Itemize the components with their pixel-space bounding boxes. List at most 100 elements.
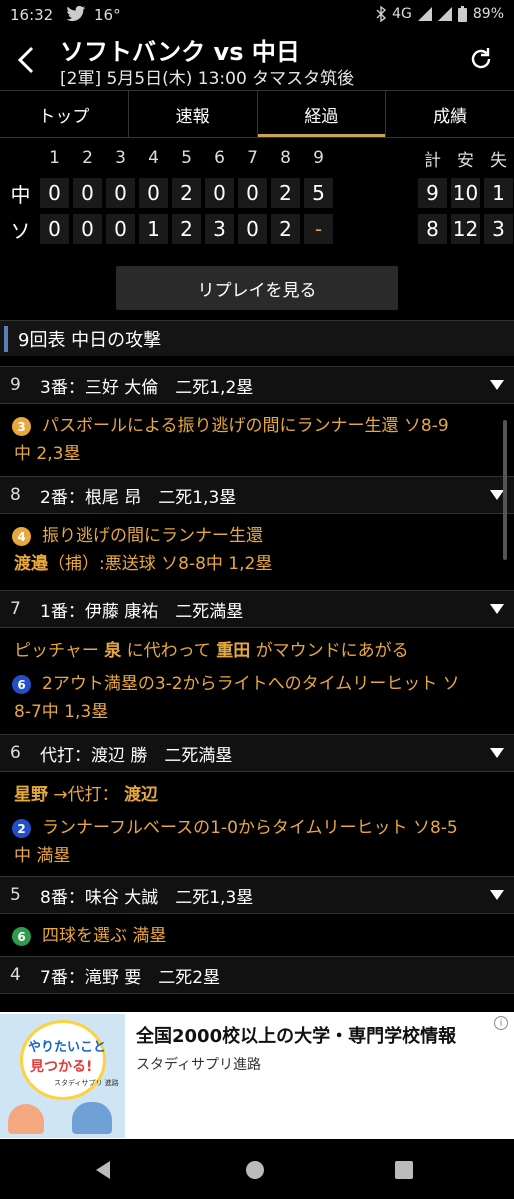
player-name: 泉 <box>104 641 122 661</box>
section-title: 9回表 中日の攻撃 <box>18 329 162 351</box>
tab-top[interactable]: トップ <box>0 91 129 137</box>
batter-info: 3番：三好 大倫 二死1,2塁 <box>40 377 254 398</box>
inning-score: 0 <box>205 178 234 208</box>
batter-info: 1番：伊藤 康祐 二死満塁 <box>40 601 244 622</box>
nav-home-icon[interactable] <box>244 1159 266 1181</box>
play-number: 4 <box>10 965 21 985</box>
inning-header: 3 <box>115 148 126 168</box>
ad-info-icon[interactable]: i <box>494 1016 508 1030</box>
total-score: 10 <box>451 178 480 208</box>
play-event: 2 ランナーフルベースの1-0からタイムリーヒット ソ8-5 中 満塁 <box>0 814 514 870</box>
out-count-badge: 4 <box>12 527 31 546</box>
ad-image: やりたいこと 見つかる! スタディサプリ 進路 <box>0 1014 125 1138</box>
event-text: 振り逃げの間にランナー生還 <box>42 526 263 546</box>
tab-stats-label: 成績 <box>433 106 468 127</box>
inning-score: 2 <box>172 214 201 244</box>
back-arrow-icon[interactable] <box>10 42 42 78</box>
expand-arrow-icon[interactable] <box>480 876 514 914</box>
status-bar: 16:32 16° 4G 89% <box>0 0 514 32</box>
inning-score: 0 <box>139 178 168 208</box>
at-bat-row[interactable]: 5 8番：味谷 大誠 二死1,3塁 <box>0 876 514 914</box>
inning-score: 1 <box>139 214 168 244</box>
ad-headline: 全国2000校以上の大学・専門学校情報 <box>136 1026 457 1047</box>
inning-score: 0 <box>40 178 69 208</box>
at-bat-row[interactable]: 8 2番：根尾 昂 二死1,3塁 <box>0 476 514 514</box>
batter-info: 8番：味谷 大誠 二死1,3塁 <box>40 887 254 908</box>
tab-live-label: 速報 <box>175 106 210 127</box>
change-text: →代打： <box>53 785 119 805</box>
at-bat-row[interactable]: 6 代打：渡辺 勝 二死満塁 <box>0 734 514 772</box>
totals-header: 計 <box>424 150 441 171</box>
inning-header: 1 <box>49 148 60 168</box>
inning-score: 0 <box>106 214 135 244</box>
inning-section-header: 9回表 中日の攻撃 <box>0 320 514 356</box>
inning-score: 2 <box>271 214 300 244</box>
out-count-badge: 2 <box>12 819 31 838</box>
game-info: [2軍] 5月5日(木) 13:00 タマスタ筑後 <box>60 69 355 89</box>
system-nav-bar <box>0 1139 514 1199</box>
nav-recents-icon[interactable] <box>393 1159 415 1181</box>
status-time: 16:32 <box>10 6 54 24</box>
at-bat-row[interactable]: 9 3番：三好 大倫 二死1,2塁 <box>0 366 514 404</box>
at-bat-row[interactable]: 7 1番：伊藤 康祐 二死満塁 <box>0 590 514 628</box>
refresh-icon[interactable] <box>468 46 494 72</box>
event-detail: （捕）:悪送球 ソ8-8中 1,2塁 <box>48 554 273 574</box>
play-feed: 9 3番：三好 大倫 二死1,2塁 3 パスボールによる振り逃げの間にランナー生… <box>0 356 514 1012</box>
inning-score: 0 <box>238 214 267 244</box>
signal-icon <box>417 7 432 21</box>
expand-arrow-icon[interactable] <box>480 590 514 628</box>
inning-score: 0 <box>106 178 135 208</box>
app-header: ソフトバンク vs 中日 [2軍] 5月5日(木) 13:00 タマスタ筑後 <box>0 32 514 90</box>
ad-illustration-person <box>8 1104 44 1134</box>
inning-score: 0 <box>73 214 102 244</box>
play-event: 4 振り逃げの間にランナー生還 渡邉（捕）:悪送球 ソ8-8中 1,2塁 <box>0 522 514 578</box>
tab-progress-label: 経過 <box>304 106 339 127</box>
inning-score: 5 <box>304 178 333 208</box>
scrollbar[interactable] <box>503 420 507 560</box>
inning-header: 6 <box>214 148 225 168</box>
inning-score: 0 <box>40 214 69 244</box>
expand-arrow-icon[interactable] <box>480 734 514 772</box>
tab-stats[interactable]: 成績 <box>386 91 514 137</box>
out-count-badge: 6 <box>12 927 31 946</box>
player-name: 星野 <box>14 785 48 805</box>
batter-info: 7番：滝野 要 二死2塁 <box>40 967 221 988</box>
event-text-cont: 中 2,3塁 <box>14 444 81 464</box>
change-text: ピッチャー <box>14 641 99 661</box>
batter-info: 2番：根尾 昂 二死1,3塁 <box>40 487 237 508</box>
event-text-cont: 渡邉（捕）:悪送球 ソ8-8中 1,2塁 <box>14 550 272 578</box>
inning-header: 4 <box>148 148 159 168</box>
nav-back-icon[interactable] <box>92 1159 114 1181</box>
event-text: ランナーフルベースの1-0からタイムリーヒット ソ8-5 <box>42 818 458 838</box>
totals-header: 安 <box>457 150 474 171</box>
tab-progress[interactable]: 経過 <box>257 91 387 137</box>
expand-arrow-icon[interactable] <box>480 476 514 514</box>
event-text: パスボールによる振り逃げの間にランナー生還 ソ8-9 <box>42 416 449 436</box>
player-name: 渡邉 <box>14 554 48 574</box>
player-name: 重田 <box>216 641 251 661</box>
expand-arrow-icon[interactable] <box>480 366 514 404</box>
page-title: ソフトバンク vs 中日 <box>60 38 300 66</box>
total-score: 8 <box>418 214 447 244</box>
ad-image-text: やりたいこと <box>28 1040 107 1055</box>
inning-header: 7 <box>247 148 258 168</box>
play-number: 9 <box>10 375 21 395</box>
tab-live[interactable]: 速報 <box>129 91 258 137</box>
inning-header: 2 <box>82 148 93 168</box>
total-score: 9 <box>418 178 447 208</box>
inning-score: 0 <box>73 178 102 208</box>
ad-banner[interactable]: やりたいこと 見つかる! スタディサプリ 進路 全国2000校以上の大学・専門学… <box>0 1012 514 1139</box>
at-bat-row[interactable]: 4 7番：滝野 要 二死2塁 <box>0 956 514 994</box>
ad-image-text: スタディサプリ 進路 <box>54 1079 119 1087</box>
inning-header: 5 <box>181 148 192 168</box>
play-number: 8 <box>10 485 21 505</box>
event-text-cont: 8-7中 1,3塁 <box>14 702 109 722</box>
ad-sponsor: スタディサプリ進路 <box>136 1057 262 1073</box>
battery-icon <box>457 6 467 22</box>
play-event: 6 2アウト満塁の3-2からライトへのタイムリーヒット ソ 8-7中 1,3塁 <box>0 670 514 726</box>
inning-score: 2 <box>172 178 201 208</box>
play-event: 6 四球を選ぶ 満塁 <box>0 922 514 952</box>
replay-button[interactable]: リプレイを見る <box>116 266 398 310</box>
total-score: 12 <box>451 214 480 244</box>
inning-header: 8 <box>280 148 291 168</box>
